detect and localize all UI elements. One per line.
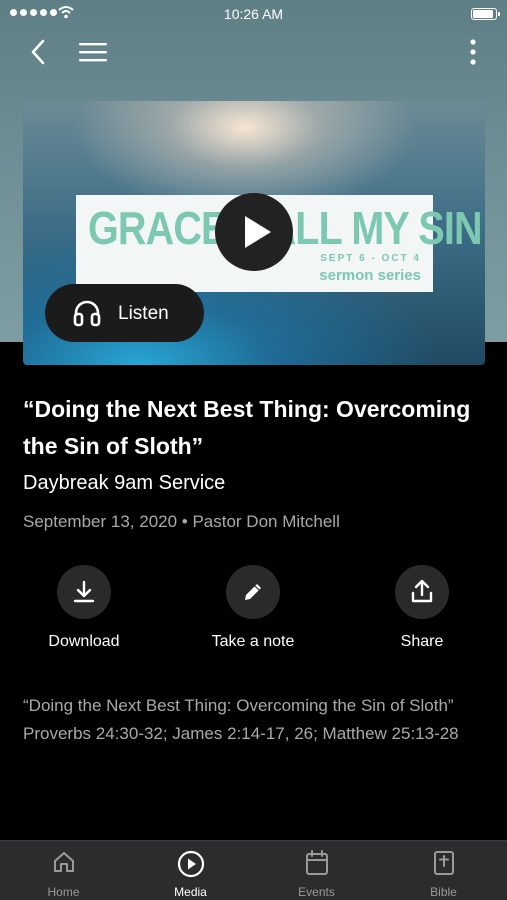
share-button[interactable]: Share: [347, 565, 497, 651]
status-time: 10:26 AM: [223, 6, 284, 22]
download-icon: [73, 580, 95, 603]
tab-events-label: Events: [298, 885, 335, 899]
tab-media-label: Media: [174, 885, 207, 899]
calendar-icon: [305, 850, 328, 875]
tab-media[interactable]: Media: [127, 841, 254, 900]
more-options-button[interactable]: [463, 35, 483, 69]
share-icon: [411, 579, 433, 603]
back-button[interactable]: [22, 35, 54, 69]
home-icon: [53, 852, 74, 872]
more-vertical-icon: [470, 39, 476, 65]
take-note-circle[interactable]: [226, 565, 280, 619]
sermon-artwork[interactable]: GRACE > ALL MY SIN SEPT 6 - OCT 4 sermon…: [23, 101, 485, 365]
download-button[interactable]: Download: [9, 565, 159, 651]
battery-icon: [471, 8, 500, 20]
bible-icon: [433, 851, 454, 875]
listen-label: Listen: [118, 303, 169, 324]
tab-bible[interactable]: Bible: [380, 841, 507, 900]
play-circle-icon: [177, 850, 204, 878]
download-circle[interactable]: [57, 565, 111, 619]
sermon-meta: September 13, 2020 • Pastor Don Mitchell: [23, 512, 340, 531]
listen-button[interactable]: Listen: [45, 284, 204, 342]
chevron-left-icon: [31, 39, 45, 65]
description-title: “Doing the Next Best Thing: Overcoming t…: [23, 696, 454, 715]
download-label: Download: [48, 633, 120, 650]
take-note-button[interactable]: Take a note: [178, 565, 328, 651]
status-bar: 10:26 AM: [0, 0, 507, 28]
take-note-label: Take a note: [211, 633, 295, 650]
series-subtitle: sermon series: [319, 267, 421, 284]
sermon-description: “Doing the Next Best Thing: Overcoming t…: [23, 692, 493, 748]
share-label: Share: [400, 633, 444, 650]
service-name: Daybreak 9am Service: [23, 472, 226, 494]
series-dates: SEPT 6 - OCT 4: [320, 253, 421, 264]
tab-home[interactable]: Home: [0, 841, 127, 900]
play-icon: [244, 216, 271, 248]
tab-events[interactable]: Events: [253, 841, 380, 900]
hamburger-icon: [79, 43, 107, 62]
tab-home-label: Home: [47, 885, 80, 899]
play-button[interactable]: [215, 193, 293, 271]
tab-bar: Home Media Events Bible: [0, 840, 507, 900]
share-circle[interactable]: [395, 565, 449, 619]
scripture-references: Proverbs 24:30-32; James 2:14-17, 26; Ma…: [23, 724, 459, 743]
sermon-title: “Doing the Next Best Thing: Overcoming t…: [23, 396, 471, 459]
headphones-icon: [73, 300, 101, 327]
pencil-icon: [245, 584, 261, 600]
tab-bible-label: Bible: [430, 885, 457, 899]
menu-button[interactable]: [76, 35, 110, 69]
